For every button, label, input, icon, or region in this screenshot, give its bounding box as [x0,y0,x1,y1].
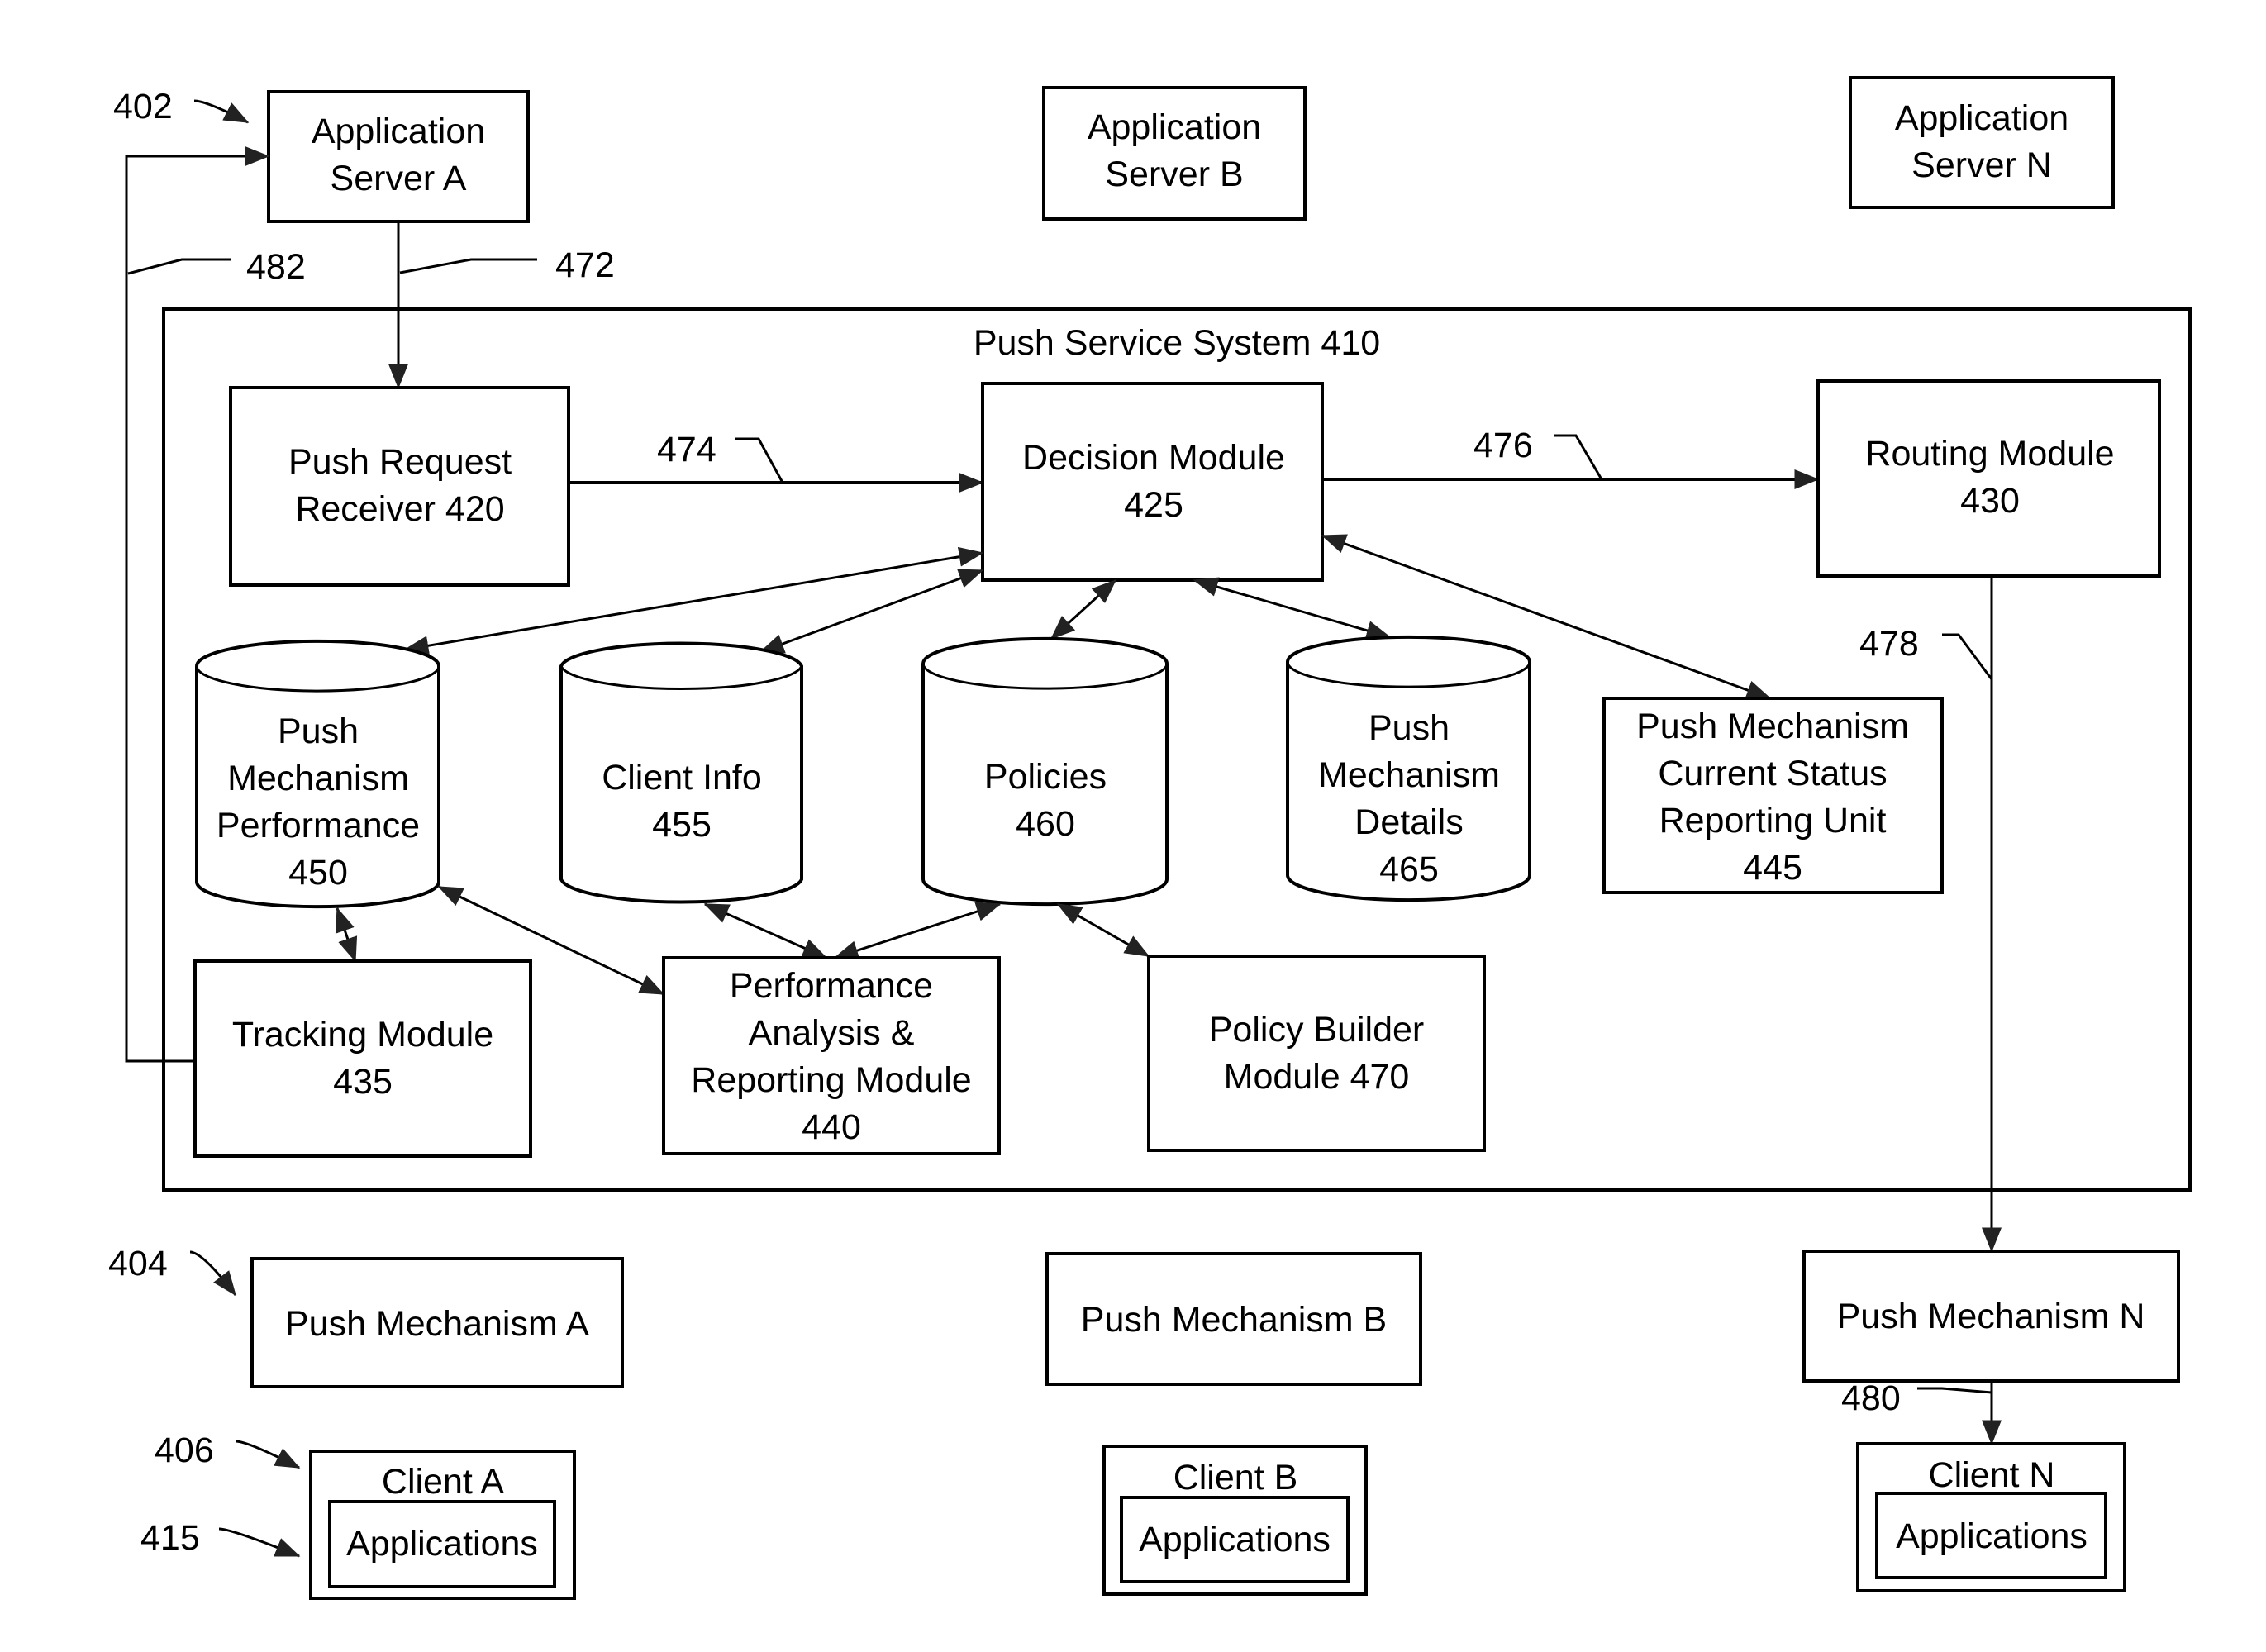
client-a: Client A Applications [309,1450,576,1600]
client-n: Client N Applications [1856,1442,2126,1592]
ref-478-label: 478 [1859,624,1919,664]
ref-476-label: 476 [1473,426,1533,465]
ref-482-leader [127,258,231,275]
client-n-label: Client N [1929,1455,2055,1495]
client-b-label: Client B [1173,1458,1298,1497]
push-request-receiver-module: Push Request Receiver 420 [229,386,570,587]
app-server-a-line1: Application [312,112,485,151]
decision-module: Decision Module 425 [981,382,1324,582]
ref-402-pointer-icon [193,99,250,124]
push-service-diagram: Application Server A Application Server … [108,76,2192,1600]
status-unit-line4: 445 [1743,848,1802,888]
app-server-b-line1: Application [1088,107,1261,147]
client-b-applications: Applications [1139,1520,1331,1559]
push-mechanism-a: Push Mechanism A [250,1257,624,1388]
push-mechanism-details-db: Push Mechanism Details 465 [1286,635,1531,902]
routing-module-line1: Routing Module [1865,434,2114,474]
app-server-b-line2: Server B [1105,155,1243,194]
routing-module-line2: 430 [1960,481,2020,521]
push-mechanism-b-label: Push Mechanism B [1081,1300,1387,1340]
status-unit-line3: Reporting Unit [1659,801,1887,840]
decision-module-line1: Decision Module [1022,438,1285,478]
pmp-db-line1: Push [278,712,359,751]
pmp-db-line3: Performance [217,806,420,845]
performance-analysis-module: Performance Analysis & Reporting Module … [662,956,1001,1155]
perf-analysis-line4: 440 [802,1107,861,1147]
ref-472-leader [399,258,537,274]
client-a-applications: Applications [346,1524,538,1564]
perf-analysis-line2: Analysis & [749,1013,915,1053]
push-mechanism-a-label: Push Mechanism A [285,1304,589,1344]
push-request-receiver-line2: Receiver 420 [295,489,504,529]
pmp-db-line2: Mechanism [227,759,409,798]
policy-builder-line2: Module 470 [1224,1057,1410,1097]
client-b: Client B Applications [1102,1445,1368,1596]
policy-builder-module: Policy Builder Module 470 [1147,955,1486,1152]
app-server-n-line2: Server N [1911,145,2052,185]
pmp-db-line4: 450 [288,853,348,893]
perf-analysis-line3: Reporting Module [691,1060,971,1100]
application-server-a: Application Server A [267,90,530,223]
ref-406-pointer-icon [235,1440,301,1469]
push-mechanism-n-label: Push Mechanism N [1837,1297,2145,1336]
ref-406-label: 406 [155,1431,214,1470]
ref-404-pointer-icon [189,1250,237,1297]
client-n-applications: Applications [1896,1516,2087,1556]
routing-module: Routing Module 430 [1816,379,2161,578]
ref-415-label: 415 [140,1518,200,1558]
ref-482-label: 482 [246,247,306,287]
push-request-receiver-line1: Push Request [288,442,512,482]
tracking-module: Tracking Module 435 [193,959,532,1158]
application-server-b: Application Server B [1042,86,1307,221]
status-unit-line2: Current Status [1658,754,1887,793]
decision-module-line2: 425 [1124,485,1183,525]
policies-db: Policies 460 [921,636,1169,907]
client-info-db: Client Info 455 [559,641,803,904]
app-server-a-line2: Server A [331,159,467,198]
ref-415-pointer-icon [218,1527,301,1558]
status-reporting-unit: Push Mechanism Current Status Reporting … [1602,697,1944,894]
policies-db-line2: 460 [1016,804,1075,844]
push-mechanism-performance-db: Push Mechanism Performance 450 [195,639,440,909]
client-info-db-line2: 455 [652,805,712,845]
ref-480-leader [1917,1387,1992,1394]
tracking-module-line2: 435 [333,1062,393,1102]
ref-404-label: 404 [108,1244,168,1283]
pmd-db-line4: 465 [1379,850,1439,889]
push-mechanism-b: Push Mechanism B [1045,1252,1422,1386]
client-info-db-line1: Client Info [602,758,762,797]
perf-analysis-line1: Performance [730,966,933,1006]
ref-480-label: 480 [1841,1378,1901,1418]
pmd-db-line3: Details [1354,802,1463,842]
push-mechanism-n: Push Mechanism N [1802,1250,2180,1383]
pmd-db-line2: Mechanism [1318,755,1500,795]
push-service-system-title: Push Service System 410 [974,323,1380,363]
pmd-db-line1: Push [1369,708,1450,748]
policies-db-line1: Policies [984,757,1107,797]
app-server-n-line1: Application [1895,98,2068,138]
policy-builder-line1: Policy Builder [1209,1010,1425,1050]
status-unit-line1: Push Mechanism [1636,707,1909,746]
ref-472-label: 472 [555,245,615,285]
application-server-n: Application Server N [1849,76,2115,209]
ref-402-label: 402 [113,87,173,126]
ref-474-label: 474 [657,430,716,469]
tracking-module-line1: Tracking Module [232,1015,493,1055]
client-a-label: Client A [382,1462,505,1502]
